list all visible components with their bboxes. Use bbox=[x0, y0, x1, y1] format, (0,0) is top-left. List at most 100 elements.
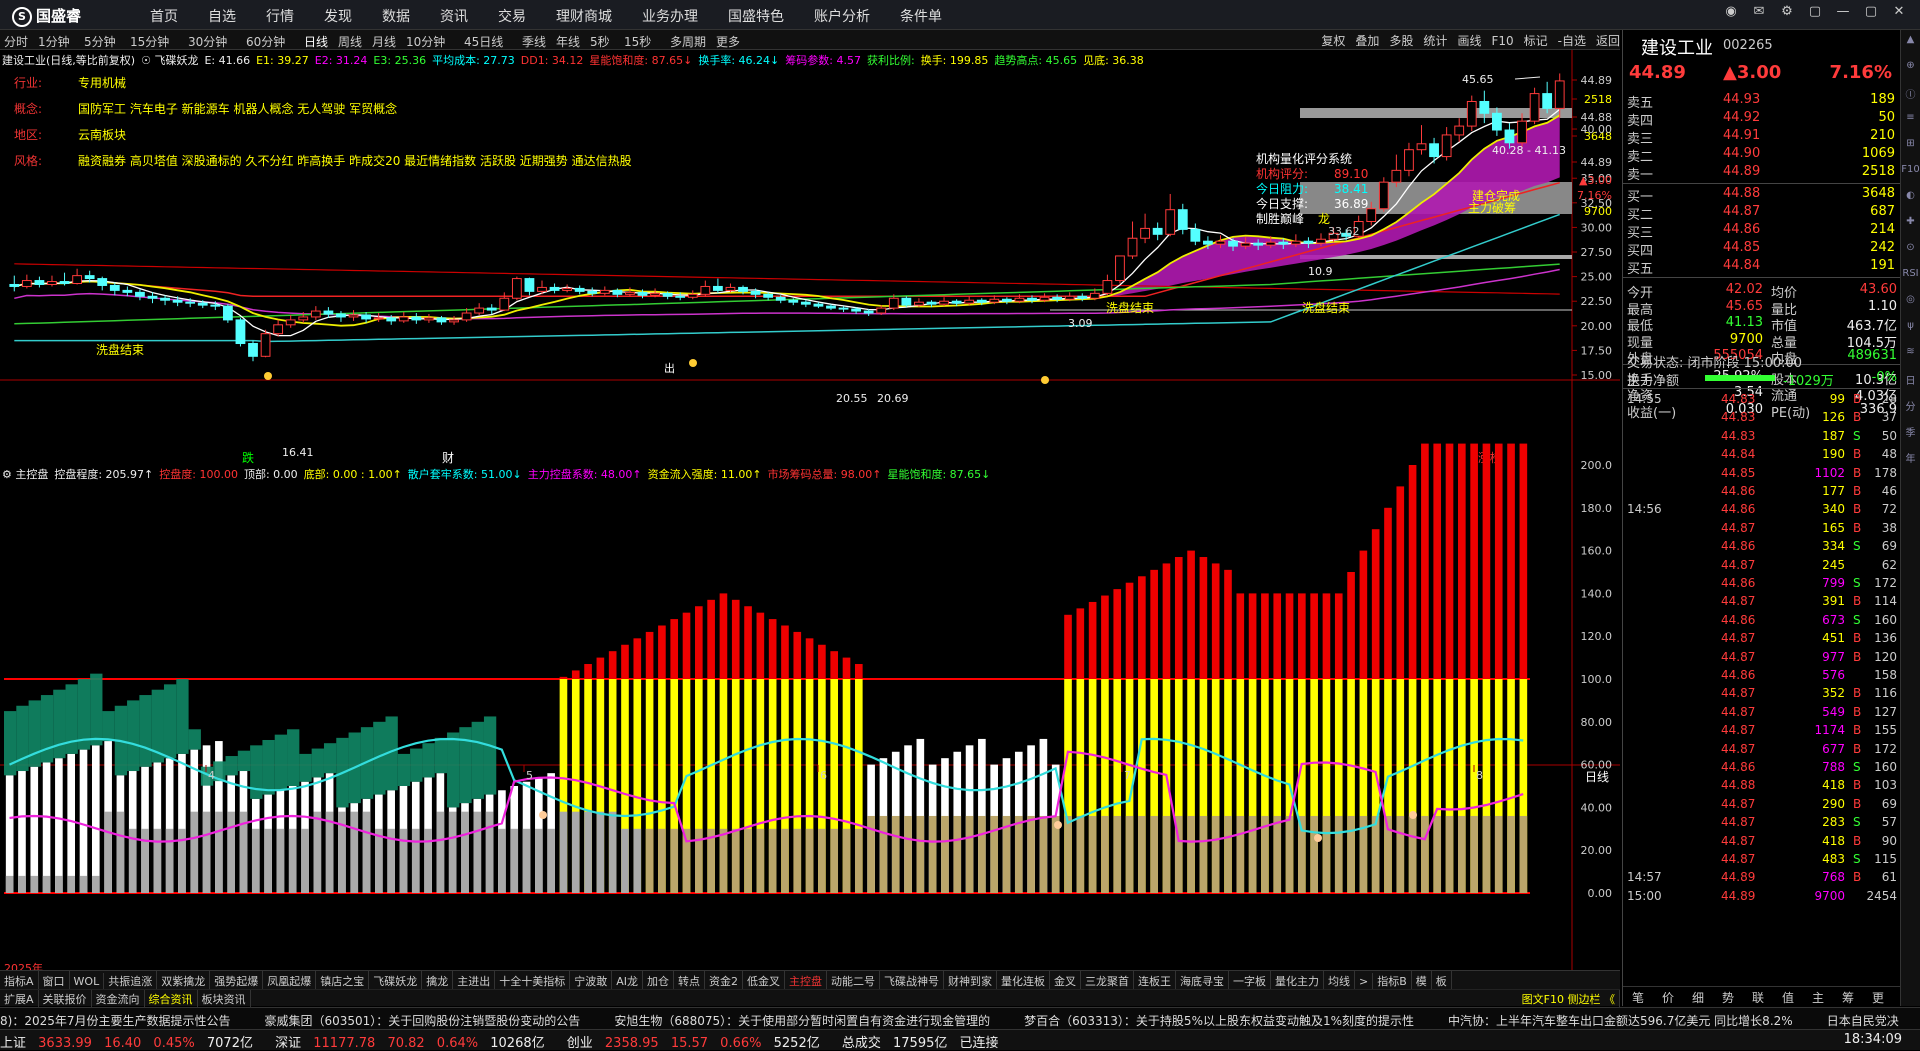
menu-item-4[interactable]: 数据 bbox=[382, 9, 410, 25]
chart-tool-2[interactable]: 多股 bbox=[1389, 34, 1413, 48]
candle[interactable] bbox=[235, 317, 246, 347]
indicator-tab-15[interactable]: 转点 bbox=[674, 971, 705, 989]
news-item-2[interactable]: 安旭生物（688075）：关于使用部分暂时闲置自有资金进行现金管理的 bbox=[614, 1014, 990, 1028]
side-tool-8[interactable]: ⊙ bbox=[1901, 242, 1920, 264]
indicator-tab-4[interactable]: 双紫擒龙 bbox=[157, 971, 211, 989]
candle[interactable] bbox=[1115, 255, 1125, 284]
panel-tab-8[interactable]: 更 bbox=[1863, 987, 1893, 1006]
indicator-tab-3[interactable]: 共振追涨 bbox=[104, 971, 158, 989]
indicator-tab-9[interactable]: 擒龙 bbox=[422, 971, 454, 989]
ask-row-2[interactable]: 卖二 44.90 1069 bbox=[1623, 146, 1901, 165]
bid-row-2[interactable]: 买二 44.87 687 bbox=[1623, 204, 1901, 223]
mail-icon[interactable]: ✉ bbox=[1748, 4, 1770, 24]
period-6[interactable]: 日线 bbox=[304, 33, 328, 50]
chart-tool-0[interactable]: 复权 bbox=[1321, 34, 1345, 48]
bid-row-3[interactable]: 买三 44.86 214 bbox=[1623, 222, 1901, 241]
side-tool-3[interactable]: ≡ bbox=[1901, 112, 1920, 134]
indicator-tab-32[interactable]: 模 bbox=[1412, 971, 1432, 989]
bottom-tab-1[interactable]: 关联报价 bbox=[39, 990, 92, 1008]
candle[interactable] bbox=[1378, 177, 1389, 212]
period-7[interactable]: 周线 bbox=[338, 33, 362, 50]
ask-row-4[interactable]: 卖四 44.92 50 bbox=[1623, 110, 1901, 129]
indicator-tab-25[interactable]: 连板王 bbox=[1134, 971, 1176, 989]
period-8[interactable]: 月线 bbox=[372, 33, 396, 50]
menu-item-10[interactable]: 账户分析 bbox=[814, 9, 870, 25]
chart-tool-5[interactable]: F10 bbox=[1491, 34, 1513, 48]
period-11[interactable]: 季线 bbox=[522, 33, 546, 50]
profile-value[interactable]: 融资融券 高贝塔值 深股通标的 久不分红 昨高换手 昨成交20 最近情绪指数 活… bbox=[78, 154, 632, 168]
panel-tab-2[interactable]: 细 bbox=[1683, 987, 1713, 1006]
indicator-tab-17[interactable]: 低金叉 bbox=[743, 971, 785, 989]
indicator-tab-2[interactable]: WOL bbox=[70, 973, 105, 989]
news-item-1[interactable]: 豪威集团（603501）：关于回购股份注销暨股份变动的公告 bbox=[265, 1014, 581, 1028]
period-13[interactable]: 5秒 bbox=[590, 33, 610, 50]
menu-item-5[interactable]: 资讯 bbox=[440, 9, 468, 25]
indicator-tab-5[interactable]: 强势起爆 bbox=[210, 971, 264, 989]
side-tool-0[interactable]: ▲ bbox=[1901, 34, 1920, 56]
indicator-tab-27[interactable]: 一字板 bbox=[1229, 971, 1271, 989]
candle[interactable] bbox=[511, 276, 522, 301]
side-tool-2[interactable]: ⓛ bbox=[1901, 86, 1920, 108]
indicator-tab-18[interactable]: 主控盘 bbox=[785, 971, 827, 989]
side-tool-7[interactable]: ✚ bbox=[1901, 216, 1920, 238]
candle[interactable] bbox=[1529, 87, 1540, 125]
side-tool-11[interactable]: ψ bbox=[1901, 320, 1920, 342]
period-14[interactable]: 15秒 bbox=[624, 33, 651, 50]
side-tool-5[interactable]: F10 bbox=[1901, 164, 1920, 186]
bottom-tab-2[interactable]: 资金流向 bbox=[92, 990, 145, 1008]
chart-tool-4[interactable]: 画线 bbox=[1457, 34, 1481, 48]
chart-tool-6[interactable]: 标记 bbox=[1524, 34, 1548, 48]
maximize-icon[interactable]: ▢ bbox=[1860, 4, 1882, 24]
period-16[interactable]: 更多 bbox=[716, 33, 740, 50]
bid-row-4[interactable]: 买四 44.85 242 bbox=[1623, 240, 1901, 259]
cy-label[interactable]: 创业 bbox=[567, 1036, 593, 1051]
restore-icon[interactable]: ▢ bbox=[1804, 4, 1826, 24]
candle[interactable] bbox=[901, 296, 912, 308]
bottom-right-links[interactable]: 图文F10 侧边栏 《 bbox=[1518, 990, 1620, 1008]
period-5[interactable]: 60分钟 bbox=[246, 33, 285, 50]
period-15[interactable]: 多周期 bbox=[670, 33, 706, 50]
sz-label[interactable]: 深证 bbox=[275, 1036, 301, 1051]
side-tool-14[interactable]: 分 bbox=[1901, 398, 1920, 420]
period-10[interactable]: 45日线 bbox=[464, 33, 503, 50]
candle[interactable] bbox=[222, 304, 233, 323]
indicator-tab-1[interactable]: 窗口 bbox=[39, 971, 70, 989]
menu-item-9[interactable]: 国盛特色 bbox=[728, 9, 784, 25]
indicator-tab-0[interactable]: 指标A bbox=[0, 971, 39, 989]
news-item-0[interactable]: 8)：2025年7月份主要生产数据提示性公告 bbox=[0, 1014, 231, 1028]
panel-tab-1[interactable]: 价 bbox=[1653, 987, 1683, 1006]
period-2[interactable]: 5分钟 bbox=[84, 33, 116, 50]
minimize-icon[interactable]: — bbox=[1832, 4, 1854, 24]
period-9[interactable]: 10分钟 bbox=[406, 33, 445, 50]
indicator-tab-7[interactable]: 镇店之宝 bbox=[316, 971, 370, 989]
panel-tab-0[interactable]: 笔 bbox=[1623, 987, 1653, 1006]
side-tool-1[interactable]: ⊕ bbox=[1901, 60, 1920, 82]
indicator-tab-10[interactable]: 主进出 bbox=[453, 971, 496, 989]
chart-tool-7[interactable]: -自选 bbox=[1558, 34, 1586, 48]
period-3[interactable]: 15分钟 bbox=[130, 33, 169, 50]
settings-icon[interactable]: ⚙ bbox=[1776, 4, 1798, 24]
menu-item-3[interactable]: 发现 bbox=[324, 9, 352, 25]
candle[interactable] bbox=[260, 329, 271, 358]
panel-tab-5[interactable]: 值 bbox=[1773, 987, 1803, 1006]
panel-tab-3[interactable]: 势 bbox=[1713, 987, 1743, 1006]
kline-chart[interactable]: 44.89251844.88364844.8940.0035.0032.5030… bbox=[0, 50, 1620, 980]
indicator-tab-22[interactable]: 量化连板 bbox=[997, 971, 1050, 989]
side-tool-16[interactable]: 年 bbox=[1901, 450, 1920, 472]
chart-tool-3[interactable]: 统计 bbox=[1423, 34, 1447, 48]
sh-label[interactable]: 上证 bbox=[0, 1036, 26, 1051]
menu-item-1[interactable]: 自选 bbox=[208, 9, 236, 25]
side-tool-13[interactable]: 日 bbox=[1901, 372, 1920, 394]
bottom-tab-4[interactable]: 板块资讯 bbox=[198, 990, 251, 1008]
indicator-tab-6[interactable]: 凤凰起爆 bbox=[263, 971, 317, 989]
indicator-tab-20[interactable]: 飞碟战神号 bbox=[880, 971, 944, 989]
panel-tab-7[interactable]: 筹 bbox=[1833, 987, 1863, 1006]
side-tool-12[interactable]: ≋ bbox=[1901, 346, 1920, 368]
message-icon[interactable]: ◉ bbox=[1720, 4, 1742, 24]
bottom-tab-0[interactable]: 扩展A bbox=[0, 990, 39, 1008]
indicator-tab-24[interactable]: 三龙聚首 bbox=[1081, 971, 1134, 989]
indicator-tab-26[interactable]: 海底寻宝 bbox=[1176, 971, 1229, 989]
news-item-3[interactable]: 梦百合（603313）：关于持股5%以上股东权益变动触及1%刻度的提示性 bbox=[1024, 1014, 1414, 1028]
close-icon[interactable]: ✕ bbox=[1888, 4, 1910, 24]
indicator-tab-11[interactable]: 十全十美指标 bbox=[495, 971, 571, 989]
